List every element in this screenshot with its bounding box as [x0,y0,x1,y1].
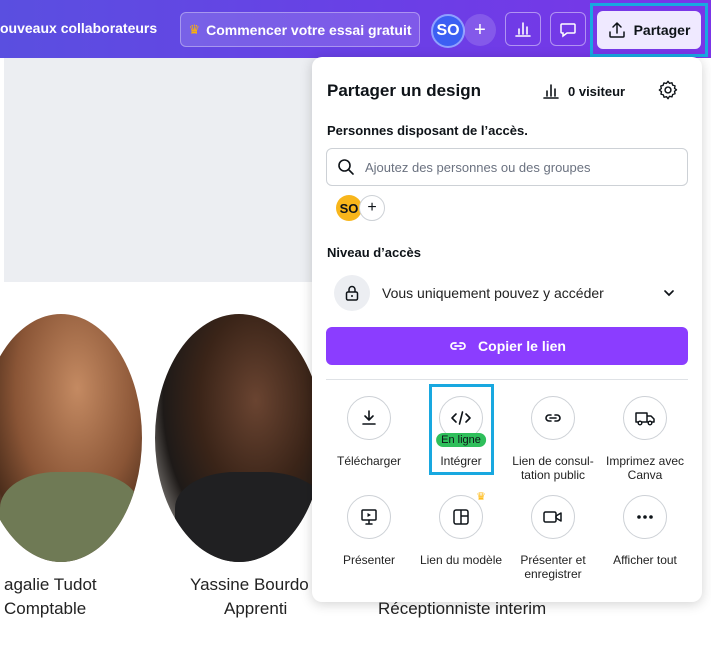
search-input[interactable] [365,159,665,175]
template-icon: ♛ [439,491,486,539]
upload-icon [608,22,625,38]
add-collaborator-button[interactable]: + [464,14,496,46]
share-button[interactable]: Partager [597,11,701,49]
free-trial-button[interactable]: ♛ Commencer votre essai gratuit [180,12,420,47]
crown-icon: ♛ [476,491,486,503]
divider [326,379,688,380]
analytics-button[interactable] [505,12,541,46]
add-member-button[interactable]: + [359,195,385,221]
show-all-label: Afficher tout [613,553,677,567]
share-highlight: Partager [590,3,708,57]
visitor-count[interactable]: 0 visiteur [542,82,625,100]
person-name[interactable]: Yassine Bourdo [190,575,309,595]
embed-highlight [429,384,494,475]
person-photo[interactable] [155,314,323,562]
more-icon [623,495,667,539]
copy-link-label: Copier le lien [478,338,566,354]
access-level-dropdown[interactable]: Vous uniquement pouvez y accéder [326,272,688,314]
gear-icon [658,80,678,100]
top-bar: ouveaux collaborateurs ♛ Commencer votre… [0,0,711,58]
present-label: Présenter [342,553,396,567]
access-level-value: Vous uniquement pouvez y accéder [382,285,604,301]
person-role[interactable]: Réceptionniste interim [378,599,546,619]
share-panel: Partager un design 0 visiteur Personnes … [312,57,702,602]
people-access-label: Personnes disposant de l’accès. [327,123,528,138]
present-record-label: Présenter et enregistrer [520,553,586,581]
bar-chart-icon [515,22,531,37]
person-name[interactable]: agalie Tudot [4,575,97,595]
person-role[interactable]: Comptable [4,599,86,619]
panel-title: Partager un design [327,81,481,100]
present-icon [347,495,391,539]
public-view-link-label: Lien de consul-tation public [512,454,594,482]
search-icon [338,159,354,175]
camera-icon [531,495,575,539]
link-icon [450,342,466,350]
template-link-option[interactable]: ♛ Lien du modèle [415,491,507,567]
add-people-search[interactable] [326,148,688,186]
truck-icon [623,396,667,440]
share-label: Partager [633,22,691,38]
present-option[interactable]: Présenter [323,495,415,567]
access-level-label: Niveau d’accès [327,245,421,260]
public-view-link-option[interactable]: Lien de consul-tation public [507,396,599,482]
collaborators-text[interactable]: ouveaux collaborateurs [0,20,157,36]
lock-icon [334,275,370,311]
print-label: Imprimez avec Canva [605,454,685,482]
link-icon [531,396,575,440]
crown-icon: ♛ [188,21,201,37]
free-trial-label: Commencer votre essai gratuit [206,21,412,38]
copy-link-button[interactable]: Copier le lien [326,327,688,365]
bar-chart-icon [543,84,559,99]
comment-icon [560,23,576,38]
download-icon [347,396,391,440]
download-option[interactable]: Télécharger [323,396,415,468]
chevron-down-icon [664,290,674,297]
show-all-option[interactable]: Afficher tout [599,495,691,567]
template-link-label: Lien du modèle [419,553,503,567]
visitor-label: 0 visiteur [568,83,626,99]
download-label: Télécharger [336,454,402,468]
person-role[interactable]: Apprenti [224,599,287,619]
present-record-option[interactable]: Présenter et enregistrer [507,495,599,581]
print-option[interactable]: Imprimez avec Canva [599,396,691,482]
settings-button[interactable] [657,79,679,106]
comment-button[interactable] [550,12,586,46]
user-avatar[interactable]: SO [431,14,465,48]
